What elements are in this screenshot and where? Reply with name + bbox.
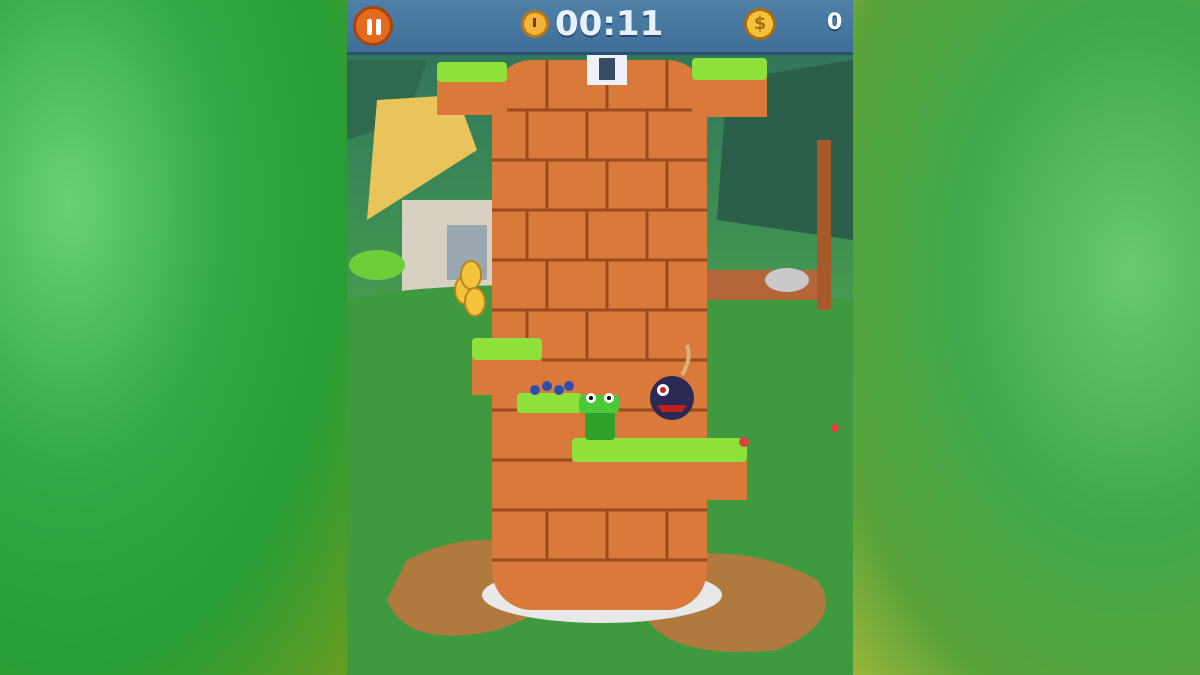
coin-icon: $ [744, 8, 776, 40]
game-scene [347, 55, 853, 675]
tower-body [492, 60, 707, 610]
frog-player [579, 393, 619, 440]
grass-block [349, 250, 405, 280]
tower-window-pane [599, 58, 615, 80]
timer-display: 00:11 [555, 4, 664, 44]
red-mushroom [739, 437, 749, 447]
pause-icon [367, 19, 372, 35]
stopwatch-icon [521, 10, 549, 38]
blurred-background-left [0, 0, 347, 675]
blurred-background-right [853, 0, 1200, 675]
coin-counter: 0 [827, 10, 843, 35]
game-hud: 00:11 $ 0 [347, 0, 853, 55]
pause-button[interactable] [353, 6, 393, 46]
rock [765, 268, 809, 292]
red-flower [831, 424, 839, 432]
wooden-post [817, 140, 831, 310]
game-viewport[interactable]: 00:11 $ 0 [347, 0, 853, 675]
